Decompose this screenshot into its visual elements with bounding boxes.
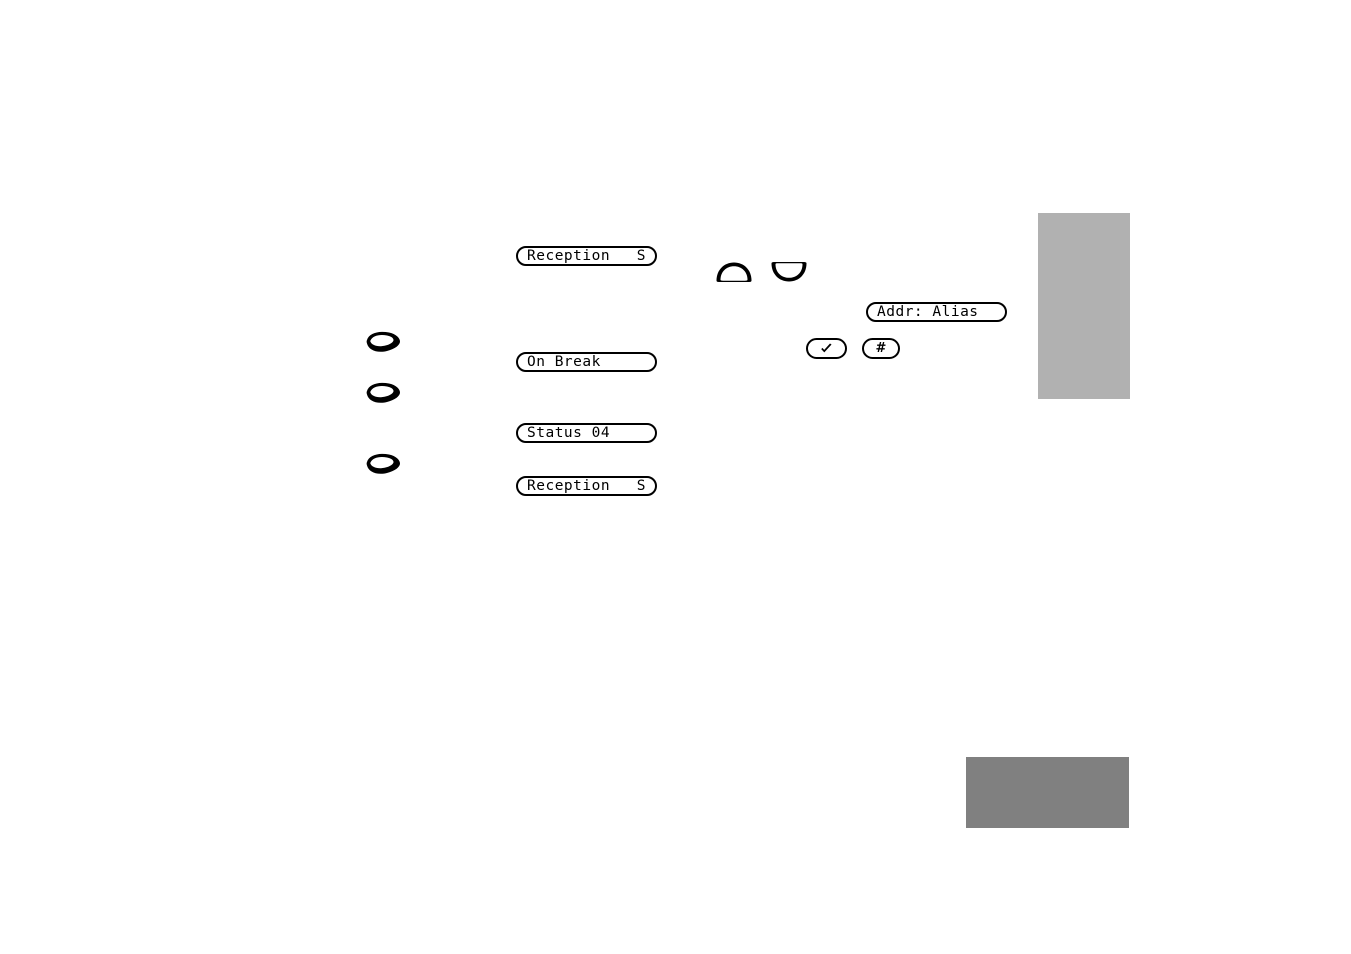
arrow-down-key-icon: [770, 261, 808, 283]
key-confirm[interactable]: [806, 338, 847, 359]
key-hash-label: #: [875, 341, 887, 356]
display-status-04: Status 04: [516, 423, 657, 443]
display-on-break: On Break: [516, 352, 657, 372]
teardrop-key-icon: [365, 330, 401, 354]
key-hash[interactable]: #: [862, 338, 900, 359]
display-reception-bottom-text: Reception: [527, 477, 611, 494]
display-reception-bottom: Reception S: [516, 476, 657, 496]
manual-page: Reception S On Break Status 04 Reception…: [0, 0, 1351, 954]
display-addr-alias: Addr: Alias: [866, 302, 1007, 322]
callout-block-upper: [1038, 213, 1130, 399]
nav-key-down[interactable]: [770, 261, 808, 283]
side-key-3[interactable]: [365, 452, 401, 476]
display-reception-bottom-indicator: S: [636, 477, 646, 494]
display-reception-top-text: Reception: [527, 247, 611, 264]
nav-key-up[interactable]: [715, 261, 753, 283]
arrow-up-key-icon: [715, 261, 753, 283]
side-key-2[interactable]: [365, 381, 401, 405]
display-status-04-text: Status 04: [527, 424, 611, 441]
teardrop-key-icon: [365, 381, 401, 405]
display-on-break-text: On Break: [527, 353, 601, 370]
check-icon: [820, 342, 833, 355]
display-addr-alias-text: Addr: Alias: [877, 303, 979, 320]
callout-block-lower: [966, 757, 1129, 828]
teardrop-key-icon: [365, 452, 401, 476]
display-reception-top: Reception S: [516, 246, 657, 266]
side-key-1[interactable]: [365, 330, 401, 354]
display-reception-top-indicator: S: [636, 247, 646, 264]
